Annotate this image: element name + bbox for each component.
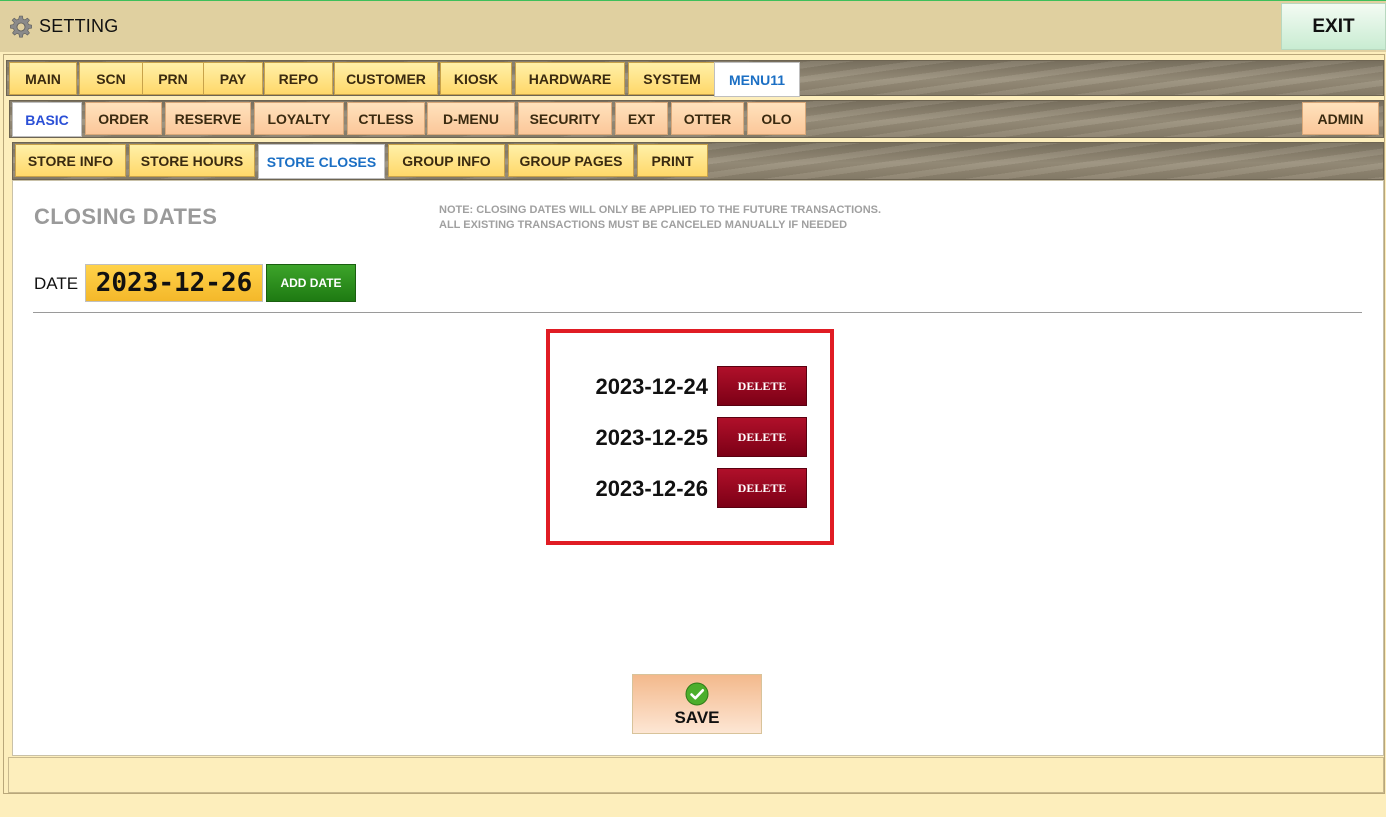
status-bar [8, 757, 1384, 793]
save-label: SAVE [674, 708, 720, 727]
tab-group-pages[interactable]: GROUP PAGES [508, 144, 634, 177]
tab-reserve[interactable]: RESERVE [165, 102, 251, 135]
tab-menu11[interactable]: MENU11 [714, 62, 800, 97]
tab-basic[interactable]: BASIC [12, 102, 82, 137]
main-tab-bar: MAIN SCN PRN PAY REPO CUSTOMER KIOSK HAR… [6, 60, 1384, 97]
tab-store-closes[interactable]: STORE CLOSES [258, 144, 385, 179]
tab-system[interactable]: SYSTEM [628, 62, 716, 95]
page-title: CLOSING DATES [34, 204, 218, 229]
sub-tab-bar: BASIC ORDER RESERVE LOYALTY CTLESS D-MEN… [9, 100, 1384, 138]
gear-icon [10, 15, 32, 38]
tab-loyalty[interactable]: LOYALTY [254, 102, 344, 135]
divider [33, 312, 1362, 313]
note-line-1: NOTE: CLOSING DATES WILL ONLY BE APPLIED… [439, 204, 882, 216]
closing-dates-list: 2023-12-24 DELETE 2023-12-25 DELETE 2023… [546, 329, 834, 545]
basic-tab-bar: STORE INFO STORE HOURS STORE CLOSES GROU… [12, 142, 1384, 180]
date-label: DATE [34, 274, 79, 293]
title-bar: SETTING EXIT [0, 0, 1386, 52]
delete-button[interactable]: DELETE [717, 468, 807, 508]
add-date-button[interactable]: ADD DATE [266, 264, 356, 302]
closing-date: 2023-12-26 [595, 476, 708, 501]
delete-button[interactable]: DELETE [717, 417, 807, 457]
tab-store-info[interactable]: STORE INFO [15, 144, 126, 177]
tab-repo[interactable]: REPO [264, 62, 333, 95]
tab-otter[interactable]: OTTER [671, 102, 744, 135]
tab-pay[interactable]: PAY [203, 62, 263, 95]
tab-security[interactable]: SECURITY [518, 102, 612, 135]
list-item: 2023-12-25 DELETE [550, 417, 830, 457]
tab-print[interactable]: PRINT [637, 144, 708, 177]
tab-order[interactable]: ORDER [85, 102, 162, 135]
tab-group-info[interactable]: GROUP INFO [388, 144, 505, 177]
exit-button[interactable]: EXIT [1281, 3, 1386, 50]
tab-customer[interactable]: CUSTOMER [334, 62, 438, 95]
tab-hardware[interactable]: HARDWARE [515, 62, 625, 95]
delete-button[interactable]: DELETE [717, 366, 807, 406]
list-item: 2023-12-24 DELETE [550, 366, 830, 406]
list-item: 2023-12-26 DELETE [550, 468, 830, 508]
tab-d-menu[interactable]: D-MENU [427, 102, 515, 135]
window-title: SETTING [39, 16, 119, 36]
tab-kiosk[interactable]: KIOSK [440, 62, 512, 95]
closing-date: 2023-12-25 [595, 425, 708, 450]
tab-ext[interactable]: EXT [615, 102, 668, 135]
date-field[interactable]: 2023-12-26 [85, 264, 263, 302]
tab-store-hours[interactable]: STORE HOURS [129, 144, 255, 177]
tab-ctless[interactable]: CTLESS [347, 102, 425, 135]
tab-admin[interactable]: ADMIN [1302, 102, 1379, 135]
note-line-2: ALL EXISTING TRANSACTIONS MUST BE CANCEL… [439, 219, 848, 231]
tab-main[interactable]: MAIN [9, 62, 77, 95]
tab-prn[interactable]: PRN [142, 62, 204, 95]
save-button[interactable]: SAVE [632, 674, 762, 734]
tab-olo[interactable]: OLO [747, 102, 806, 135]
tab-scn[interactable]: SCN [79, 62, 143, 95]
check-circle-icon [685, 682, 709, 706]
closing-date: 2023-12-24 [595, 374, 708, 399]
closing-note: NOTE: CLOSING DATES WILL ONLY BE APPLIED… [439, 203, 881, 233]
